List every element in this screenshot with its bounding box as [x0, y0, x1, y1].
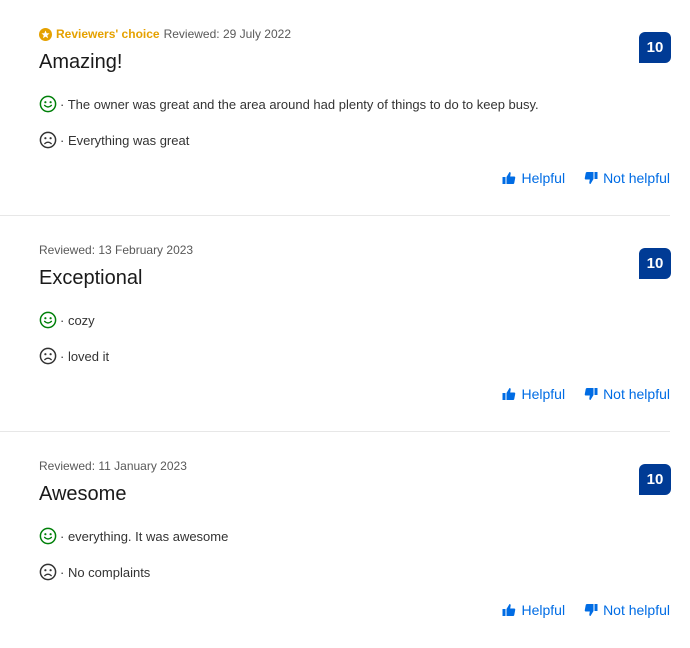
disliked-text: · loved it: [60, 348, 110, 364]
disliked-line: · loved it: [39, 347, 109, 365]
smile-icon: [39, 311, 57, 329]
liked-text: · The owner was great and the area aroun…: [60, 96, 539, 112]
thumbs-down-icon: [584, 388, 598, 400]
review-actions: Helpful Not helpful: [502, 602, 670, 618]
score-badge: 10: [639, 32, 671, 63]
not-helpful-button[interactable]: Not helpful: [584, 602, 670, 618]
thumbs-down-icon: [584, 604, 598, 616]
frown-icon: [39, 131, 57, 149]
score-badge: 10: [639, 248, 671, 279]
helpful-button[interactable]: Helpful: [502, 602, 565, 618]
not-helpful-label: Not helpful: [603, 170, 670, 186]
disliked-line: · No complaints: [39, 563, 150, 581]
star-badge-icon: [39, 27, 52, 41]
reviewers-choice-label: Reviewers' choice: [56, 27, 160, 41]
helpful-button[interactable]: Helpful: [502, 386, 565, 402]
review-title: Amazing!: [39, 51, 123, 73]
disliked-line: · Everything was great: [39, 131, 189, 149]
helpful-label: Helpful: [521, 602, 566, 618]
helpful-label: Helpful: [521, 170, 566, 186]
thumbs-up-icon: [502, 388, 516, 400]
liked-line: · everything. It was awesome: [39, 527, 228, 545]
not-helpful-label: Not helpful: [603, 386, 670, 402]
not-helpful-label: Not helpful: [603, 602, 670, 618]
review-date: Reviewed: 13 February 2023: [39, 243, 194, 257]
review-meta: Reviewed: 11 January 2023: [39, 459, 187, 473]
frown-icon: [39, 347, 57, 365]
helpful-button[interactable]: Helpful: [502, 170, 565, 186]
frown-icon: [39, 563, 57, 581]
review-card: Reviewers' choice Reviewed: 29 July 2022…: [0, 0, 690, 216]
review-date: Reviewed: 29 July 2022: [163, 27, 291, 41]
not-helpful-button[interactable]: Not helpful: [584, 386, 670, 402]
helpful-label: Helpful: [521, 386, 566, 402]
review-card: Reviewed: 13 February 2023 Exceptional 1…: [0, 216, 690, 432]
liked-line: · The owner was great and the area aroun…: [39, 95, 539, 113]
smile-icon: [39, 95, 57, 113]
thumbs-up-icon: [502, 604, 516, 616]
review-actions: Helpful Not helpful: [502, 170, 670, 186]
not-helpful-button[interactable]: Not helpful: [584, 170, 670, 186]
review-title: Exceptional: [39, 267, 143, 289]
review-card: Reviewed: 11 January 2023 Awesome 10 · e…: [0, 432, 690, 648]
thumbs-up-icon: [502, 172, 516, 184]
liked-text: · everything. It was awesome: [60, 528, 229, 544]
disliked-text: · Everything was great: [60, 132, 190, 148]
thumbs-down-icon: [584, 172, 598, 184]
score-badge: 10: [639, 464, 671, 495]
review-date: Reviewed: 11 January 2023: [39, 459, 187, 473]
liked-line: · cozy: [39, 311, 95, 329]
review-actions: Helpful Not helpful: [502, 386, 670, 402]
review-meta: Reviewed: 13 February 2023: [39, 243, 193, 257]
smile-icon: [39, 527, 57, 545]
disliked-text: · No complaints: [60, 564, 151, 580]
review-title: Awesome: [39, 483, 127, 505]
review-meta: Reviewers' choice Reviewed: 29 July 2022: [39, 27, 291, 41]
liked-text: · cozy: [60, 312, 95, 328]
